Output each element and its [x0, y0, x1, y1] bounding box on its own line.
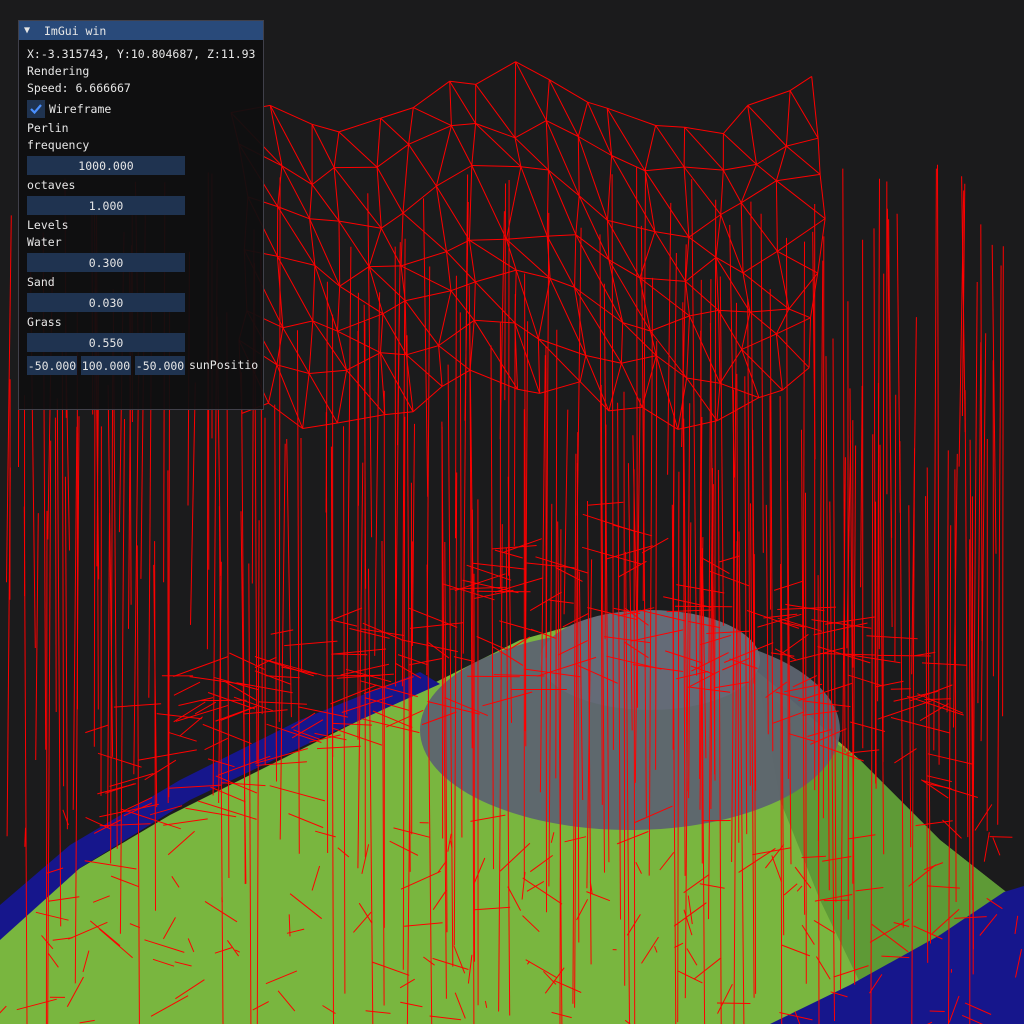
checkmark-icon[interactable]	[27, 100, 45, 118]
frequency-label: frequency	[27, 138, 90, 152]
rendering-heading: Rendering	[27, 64, 90, 78]
perlin-heading: Perlin	[27, 121, 69, 135]
sun-position-label: sunPositio	[189, 358, 259, 372]
water-slider[interactable]: 0.300	[27, 253, 185, 272]
octaves-slider[interactable]: 1.000	[27, 196, 185, 215]
sun-z-input[interactable]: -50.000	[135, 356, 185, 375]
water-label: Water	[27, 235, 62, 249]
levels-heading: Levels	[27, 218, 69, 232]
wireframe-label: Wireframe	[49, 102, 112, 116]
window-title-bar[interactable]: ▼ ImGui win	[19, 21, 263, 40]
sand-label: Sand	[27, 275, 55, 289]
speed-readout: Speed: 6.666667	[27, 81, 131, 95]
imgui-window[interactable]: ▼ ImGui win X:-3.315743, Y:10.804687, Z:…	[18, 20, 264, 410]
grass-label: Grass	[27, 315, 62, 329]
grass-slider[interactable]: 0.550	[27, 333, 185, 352]
sun-x-input[interactable]: -50.000	[27, 356, 77, 375]
camera-coords: X:-3.315743, Y:10.804687, Z:11.93	[27, 47, 256, 61]
collapse-triangle-icon[interactable]: ▼	[24, 25, 40, 36]
window-title: ImGui win	[44, 23, 107, 38]
sand-slider[interactable]: 0.030	[27, 293, 185, 312]
frequency-slider[interactable]: 1000.000	[27, 156, 185, 175]
sun-y-input[interactable]: 100.000	[81, 356, 131, 375]
wireframe-checkbox[interactable]: Wireframe	[27, 100, 111, 118]
octaves-label: octaves	[27, 178, 76, 192]
